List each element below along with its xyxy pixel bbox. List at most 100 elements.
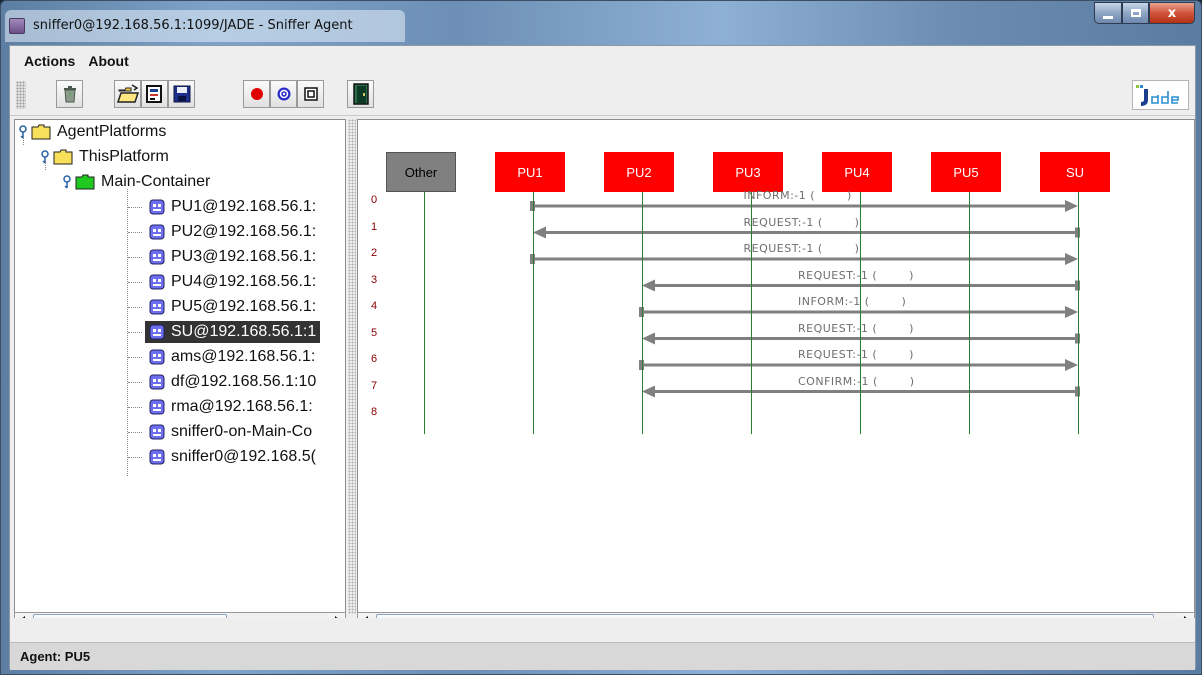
tree-node-agent[interactable]: PU3@192.168.56.1:: [145, 246, 320, 268]
tree-label: df@192.168.56.1:10: [171, 373, 317, 390]
window-controls: x: [1094, 2, 1195, 24]
tree-node-agent[interactable]: PU2@192.168.56.1:: [145, 221, 320, 243]
row-number: 1: [371, 220, 378, 233]
open-snapshot-button[interactable]: [114, 80, 141, 108]
row-number: 2: [371, 247, 378, 259]
clear-canvas-button[interactable]: [56, 80, 83, 108]
exit-button[interactable]: [347, 80, 374, 108]
message-label: REQUEST:-1 ( ): [798, 321, 914, 335]
message-arrowhead: [642, 279, 655, 292]
message-arrowhead: [533, 226, 546, 239]
agent-box-other[interactable]: Other: [386, 152, 456, 192]
close-icon: x: [1167, 5, 1177, 21]
tree-label: PU3@192.168.56.1:: [171, 248, 317, 265]
status-text: Agent: PU5: [20, 649, 91, 664]
tree-connector: [128, 232, 142, 233]
tree-connector: [128, 432, 142, 433]
agent-icon: [149, 224, 165, 240]
tree-connector: [128, 282, 142, 283]
tree-node-agent-platforms[interactable]: AgentPlatforms: [17, 121, 166, 143]
trash-icon: [63, 86, 76, 103]
exit-icon: [352, 83, 369, 105]
minimize-button[interactable]: [1094, 2, 1122, 24]
tree-connector: [45, 161, 46, 170]
tree-node-agent[interactable]: PU5@192.168.56.1:: [145, 296, 320, 318]
jade-app-icon: [9, 18, 25, 34]
maximize-button[interactable]: [1122, 2, 1149, 24]
record-button[interactable]: [243, 80, 270, 108]
tree-connector: [128, 207, 142, 208]
agent-icon: [149, 399, 165, 415]
agent-icon: [149, 199, 165, 215]
tree-node-this-platform[interactable]: ThisPlatform: [39, 146, 169, 168]
tree-node-agent[interactable]: df@192.168.56.1:10: [145, 371, 320, 393]
agent-box-pu4[interactable]: PU4: [822, 152, 892, 192]
stop-icon: [303, 87, 318, 101]
tree-connector: [23, 136, 24, 145]
title-bar[interactable]: sniffer0@192.168.56.1:1099/JADE - Sniffe…: [1, 1, 1201, 45]
lifeline: [424, 192, 425, 434]
tree-label: PU4@192.168.56.1:: [171, 273, 317, 290]
tree-node-agent[interactable]: PU1@192.168.56.1:: [145, 196, 320, 218]
message-label: INFORM:-1 ( ): [798, 295, 907, 308]
pane-splitter[interactable]: [348, 119, 356, 614]
status-bar: Agent: PU5: [10, 618, 1195, 670]
menu-about[interactable]: About: [88, 53, 128, 69]
tree-node-agent[interactable]: PU4@192.168.56.1:: [145, 271, 320, 293]
tree-connector: [128, 357, 142, 358]
tree-node-agent[interactable]: SU@192.168.56.1:1: [145, 321, 321, 343]
agent-icon: [149, 349, 165, 365]
agent-icon: [149, 274, 165, 290]
tree-connector: [128, 382, 142, 383]
message-arrowhead: [1065, 359, 1078, 371]
agent-box-pu2[interactable]: PU2: [604, 152, 674, 192]
jade-logo-icon: [1135, 85, 1179, 106]
tree-connector: [128, 407, 142, 408]
agent-icon: [149, 324, 165, 340]
lifeline: [642, 192, 643, 434]
sniffer-canvas[interactable]: Other PU1 PU2 PU3 PU4 PU5 SU 0 1 2 3 4 5 6 7 8 INFORM:-1…: [357, 119, 1195, 614]
agent-icon: [149, 299, 165, 315]
client-area: Actions About AgentPlatforms ThisPlatfor…: [9, 45, 1196, 670]
menu-actions[interactable]: Actions: [24, 53, 75, 69]
message-arrowhead: [1065, 253, 1078, 265]
tree-label: rma@192.168.56.1:: [171, 398, 313, 415]
open-file-icon: [145, 85, 162, 103]
row-number: 4: [371, 300, 378, 312]
save-button[interactable]: [168, 80, 195, 108]
tree-node-main-container[interactable]: Main-Container: [61, 171, 210, 193]
menu-bar: Actions About: [10, 46, 1195, 76]
agent-box-su[interactable]: SU: [1040, 152, 1110, 192]
row-number: 3: [371, 273, 378, 286]
tree-connector: [128, 457, 142, 458]
agent-tree[interactable]: AgentPlatforms ThisPlatform Main-Contain…: [14, 119, 346, 614]
close-button[interactable]: x: [1149, 2, 1195, 24]
sniffer-window: sniffer0@192.168.56.1:1099/JADE - Sniffe…: [0, 0, 1202, 675]
status-strip: Agent: PU5: [10, 642, 1195, 670]
agent-box-pu3[interactable]: PU3: [713, 152, 783, 192]
agent-box-pu5[interactable]: PU5: [931, 152, 1001, 192]
tree-label: PU5@192.168.56.1:: [171, 298, 317, 315]
message-label: REQUEST:-1 ( ): [743, 242, 860, 255]
tree-node-agent[interactable]: rma@192.168.56.1:: [145, 396, 317, 418]
message-label: REQUEST:-1 ( ): [798, 268, 914, 282]
tree-node-agent[interactable]: sniffer0@192.168.5(: [145, 446, 320, 468]
tree-node-agent[interactable]: sniffer0-on-Main-Co: [145, 421, 316, 443]
toolbar-grip[interactable]: [16, 81, 26, 109]
save-icon: [173, 85, 190, 103]
folder-icon: [31, 124, 51, 140]
stop-button[interactable]: [297, 80, 324, 108]
sniff-button[interactable]: [270, 80, 297, 108]
agent-icon: [149, 424, 165, 440]
window-title: sniffer0@192.168.56.1:1099/JADE - Sniffe…: [33, 18, 353, 33]
agent-icon: [149, 449, 165, 465]
tree-label: ams@192.168.56.1:: [171, 348, 316, 365]
agent-box-pu1[interactable]: PU1: [495, 152, 565, 192]
tree-node-agent[interactable]: ams@192.168.56.1:: [145, 346, 319, 368]
open-messages-button[interactable]: [141, 80, 168, 108]
tree-connector: [128, 307, 142, 308]
sniff-icon: [277, 87, 290, 101]
open-folder-icon: [116, 84, 139, 103]
message-label: REQUEST:-1 ( ): [743, 215, 860, 229]
row-number: 0: [371, 194, 378, 206]
